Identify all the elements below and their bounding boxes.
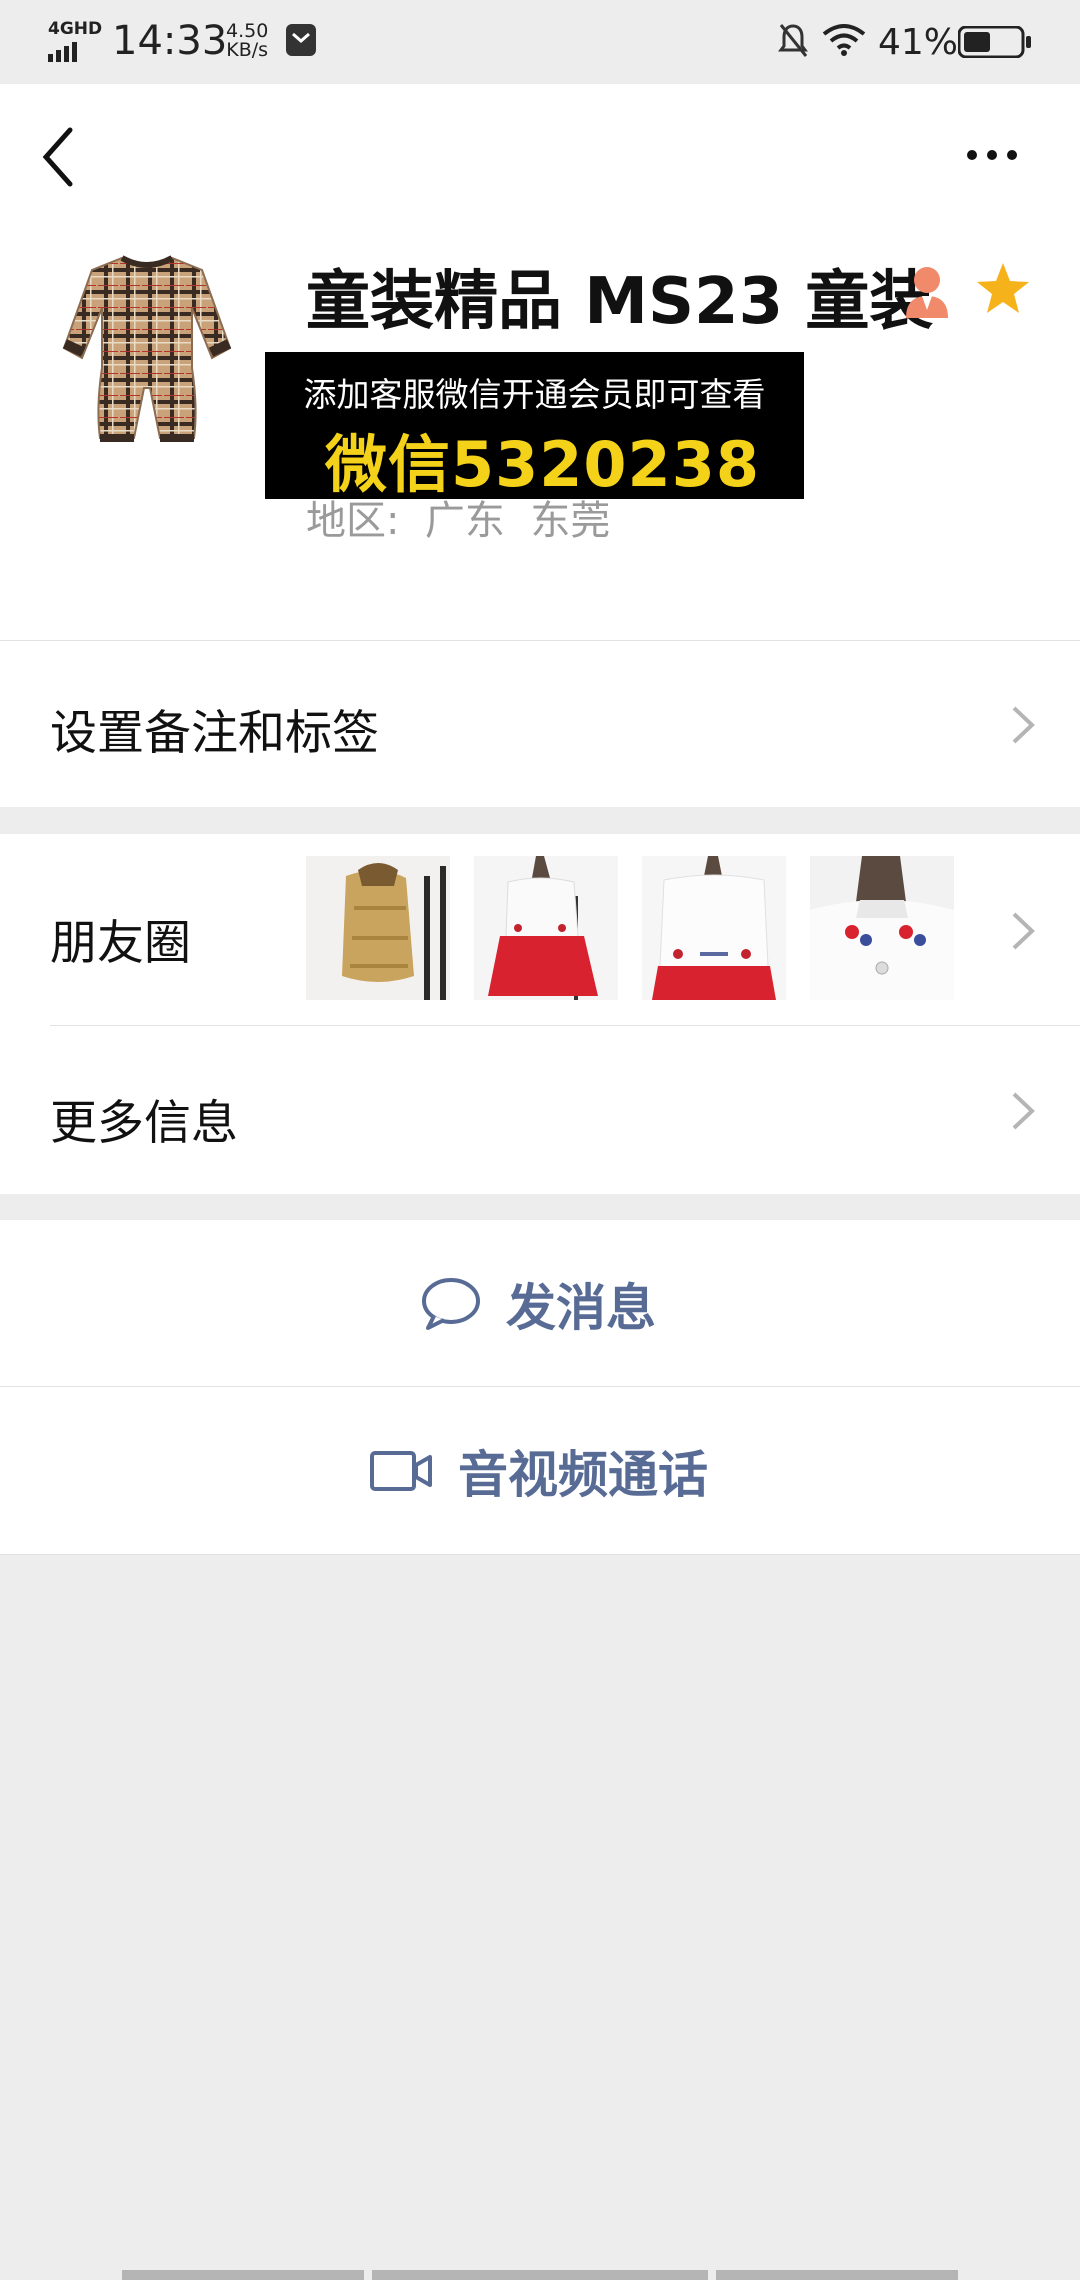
more-info-row[interactable] — [0, 1026, 1080, 1192]
divider — [0, 1554, 1080, 1555]
battery-icon — [958, 26, 1031, 58]
video-call-label: 音视频通话 — [458, 1446, 708, 1504]
nav-gesture-bar[interactable] — [716, 2270, 958, 2280]
bell-muted-icon — [778, 24, 808, 57]
wifi-icon — [822, 24, 866, 56]
moments-row[interactable] — [0, 904, 1080, 1024]
status-bar: 4GHD 14:33 4.50 KB/s 41% — [0, 0, 1080, 84]
promo-wechat-id: 微信5320238 — [325, 428, 760, 501]
signal-icon — [48, 42, 77, 62]
avatar[interactable] — [52, 238, 242, 458]
battery-percent: 41% — [878, 22, 959, 63]
nav-gesture-bar[interactable] — [372, 2270, 708, 2280]
person-badge-icon — [906, 267, 948, 318]
net-speed: 4.50 KB/s — [226, 20, 269, 61]
chevron-right-icon — [1012, 706, 1035, 744]
nav-gesture-bar[interactable] — [122, 2270, 364, 2280]
video-call-button[interactable]: 音视频通话 — [0, 1387, 1080, 1555]
clock: 14:33 — [112, 18, 228, 64]
send-message-button[interactable]: 发消息 — [0, 1220, 1080, 1388]
promo-text: 添加客服微信开通会员即可查看 — [303, 375, 766, 414]
promo-banner: 添加客服微信开通会员即可查看 微信5320238 — [265, 352, 804, 501]
more-options-icon[interactable] — [962, 130, 1022, 180]
video-camera-icon — [370, 1451, 432, 1491]
back-arrow-icon[interactable] — [38, 122, 98, 192]
star-icon — [977, 263, 1029, 313]
network-indicator: 4GHD — [48, 20, 102, 62]
profile-name: 童装精品 MS23 童装 — [306, 265, 934, 339]
remark-label: 设置备注和标签 — [50, 706, 379, 761]
message-notification-icon — [286, 24, 316, 56]
chat-bubble-icon — [422, 1278, 480, 1330]
send-message-label: 发消息 — [506, 1279, 656, 1337]
